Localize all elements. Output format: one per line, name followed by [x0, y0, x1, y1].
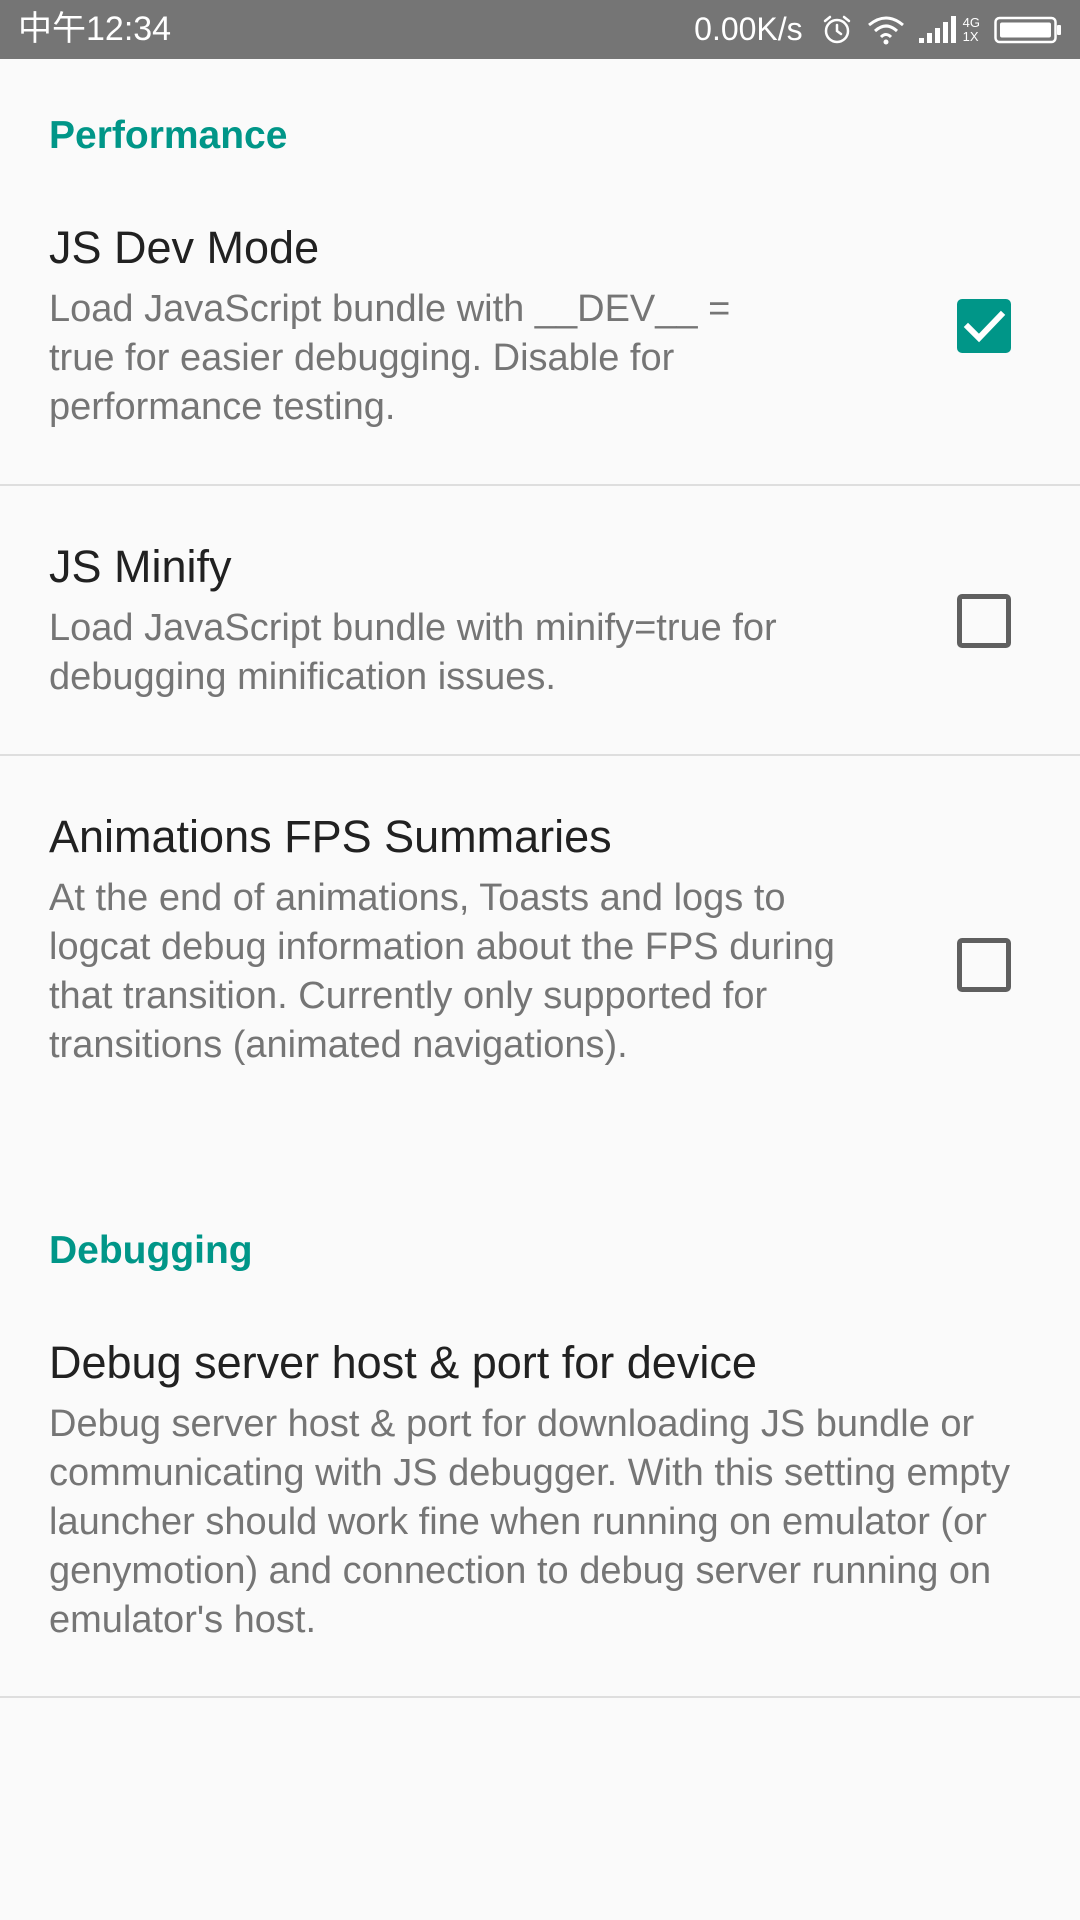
- status-icons: 0.00K/s 4G 1X: [694, 0, 1062, 59]
- checkbox-js-minify[interactable]: [957, 594, 1011, 648]
- network-type: 4G 1X: [962, 14, 980, 44]
- pref-title: Debug server host & port for device: [49, 1337, 757, 1388]
- pref-summary: Load JavaScript bundle with minify=true …: [49, 607, 777, 698]
- category-performance: Performance: [49, 114, 288, 157]
- pref-title: Animations FPS Summaries: [49, 811, 612, 862]
- divider: [0, 484, 1080, 486]
- battery-icon: [994, 15, 1062, 45]
- alarm-icon: [821, 14, 853, 46]
- checkmark-icon: [963, 310, 1006, 343]
- status-time: 中午12:34: [18, 10, 172, 48]
- pref-summary: Debug server host & port for downloading…: [49, 1403, 1011, 1641]
- status-bar: 中午12:34 0.00K/s 4G 1X: [0, 0, 1080, 59]
- network-speed: 0.00K/s: [694, 11, 803, 47]
- pref-summary: At the end of animations, Toasts and log…: [49, 877, 835, 1066]
- pref-title: JS Dev Mode: [49, 222, 320, 273]
- divider: [0, 754, 1080, 756]
- signal-icon: [918, 15, 957, 44]
- pref-summary: Load JavaScript bundle with __DEV__ = tr…: [49, 288, 731, 428]
- network-type-top: 4G: [962, 14, 980, 30]
- pref-title: JS Minify: [49, 541, 232, 592]
- network-type-bottom: 1X: [962, 28, 979, 44]
- checkbox-animations-fps[interactable]: [957, 938, 1011, 992]
- wifi-icon: [867, 15, 905, 45]
- divider: [0, 1696, 1080, 1698]
- checkbox-js-dev-mode[interactable]: [957, 299, 1011, 353]
- category-debugging: Debugging: [49, 1229, 253, 1272]
